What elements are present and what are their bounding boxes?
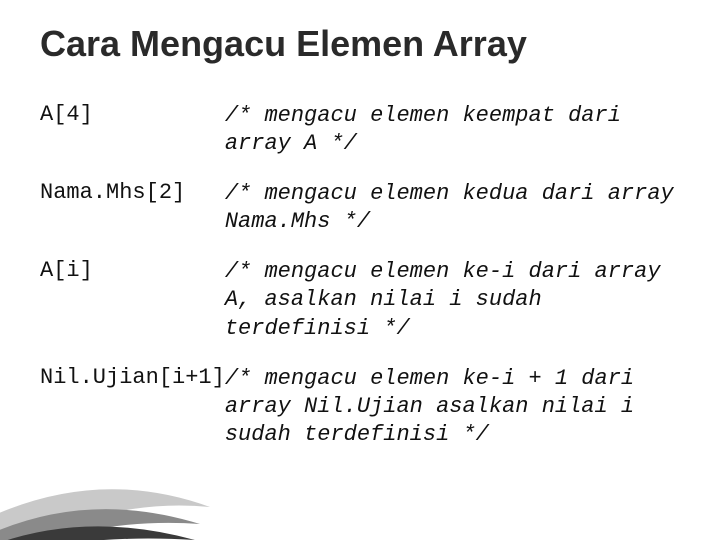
slide-title: Cara Mengacu Elemen Array — [40, 24, 680, 64]
table-row: A[i] /* mengacu elemen ke-i dari array A… — [40, 250, 680, 356]
examples-table: A[4] /* mengacu elemen keempat dari arra… — [40, 94, 680, 464]
description-cell: /* mengacu elemen ke-i dari array A, asa… — [225, 250, 680, 356]
description-cell: /* mengacu elemen kedua dari array Nama.… — [225, 172, 680, 250]
table-row: Nama.Mhs[2] /* mengacu elemen kedua dari… — [40, 172, 680, 250]
description-cell: /* mengacu elemen ke-i + 1 dari array Ni… — [225, 357, 680, 463]
description-cell: /* mengacu elemen keempat dari array A *… — [225, 94, 680, 172]
expression-cell: A[4] — [40, 94, 225, 172]
table-row: Nil.Ujian[i+1] /* mengacu elemen ke-i + … — [40, 357, 680, 463]
slide: Cara Mengacu Elemen Array A[4] /* mengac… — [0, 0, 720, 540]
expression-cell: Nil.Ujian[i+1] — [40, 357, 225, 463]
expression-cell: A[i] — [40, 250, 225, 356]
decorative-swoosh-icon — [0, 462, 210, 540]
expression-cell: Nama.Mhs[2] — [40, 172, 225, 250]
table-row: A[4] /* mengacu elemen keempat dari arra… — [40, 94, 680, 172]
